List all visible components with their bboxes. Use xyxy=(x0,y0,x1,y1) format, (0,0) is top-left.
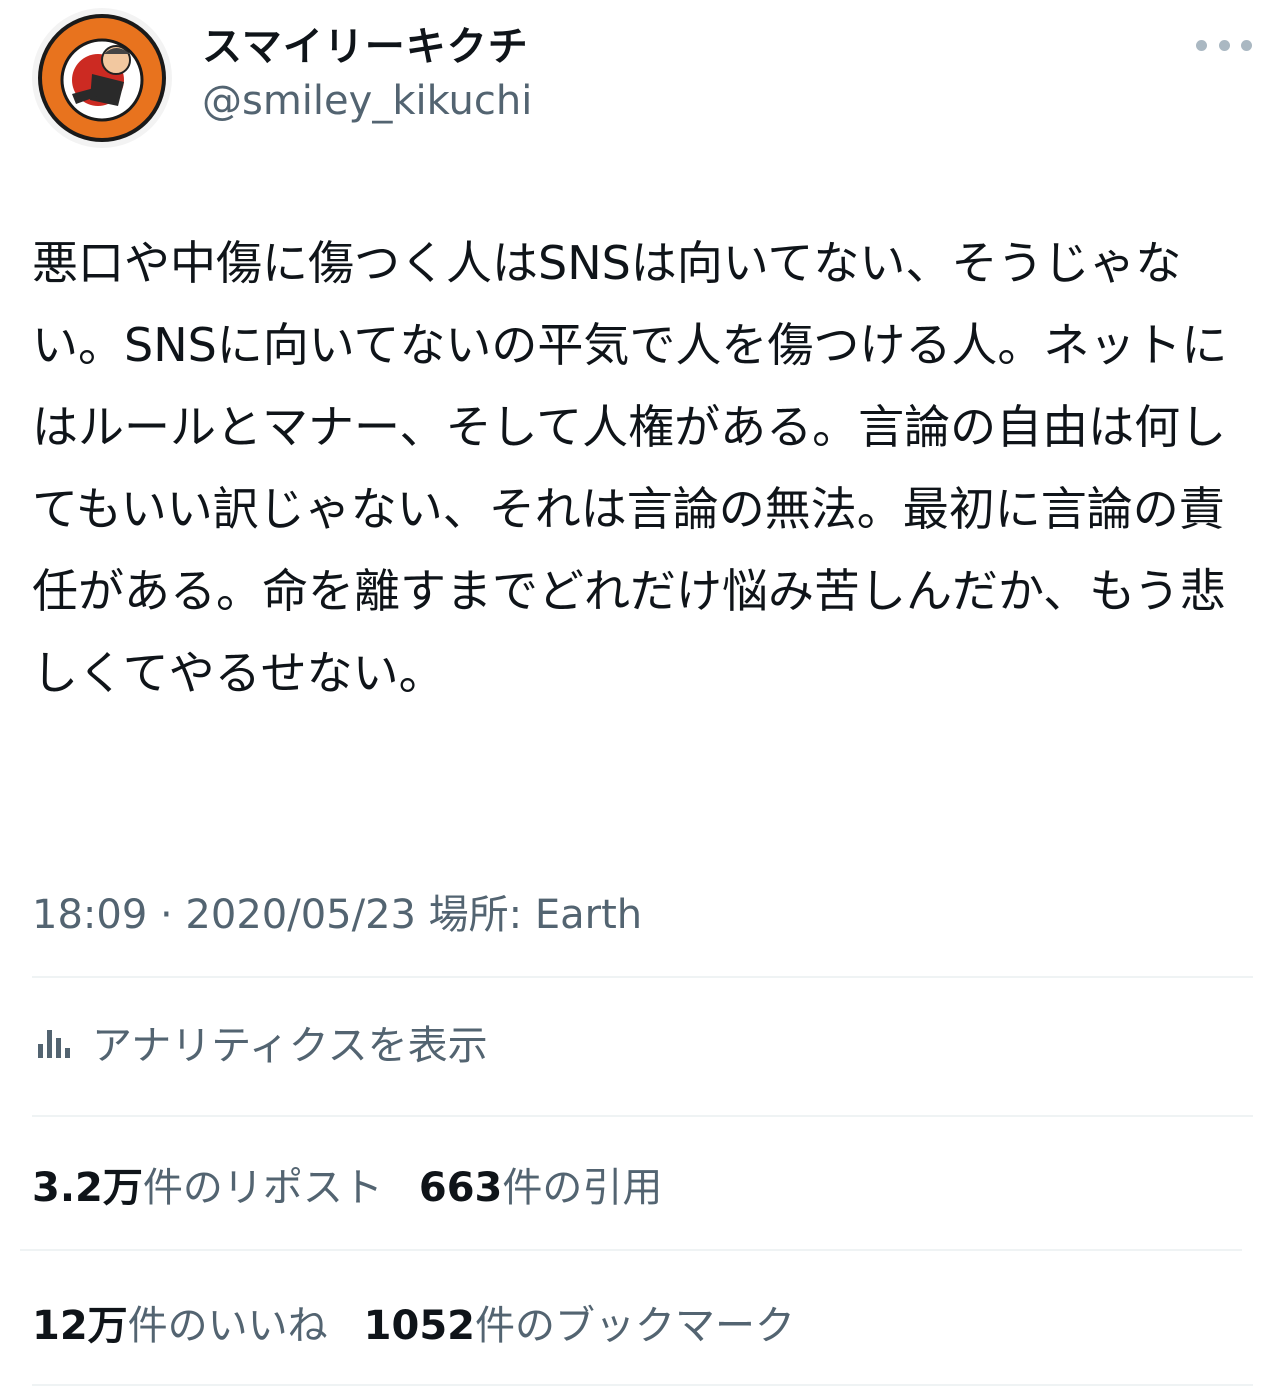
quotes-count: 663 xyxy=(418,1165,503,1211)
avatar-logo-icon xyxy=(38,14,166,142)
likes-count: 12万 xyxy=(32,1303,128,1349)
divider xyxy=(20,1249,1242,1251)
more-dot xyxy=(1196,39,1207,51)
divider xyxy=(32,1115,1253,1117)
more-dot xyxy=(1218,39,1230,51)
likes-label: 件のいいね xyxy=(127,1303,328,1349)
user-handle[interactable]: @smiley_kikuchi xyxy=(202,78,532,124)
bar-chart-icon xyxy=(34,1022,74,1062)
reposts-label: 件のリポスト xyxy=(142,1165,383,1211)
tweet-text: 悪口や中傷に傷つく人はSNSは向いてない、そうじゃない。SNSに向いてないの平気… xyxy=(32,236,1228,700)
engagement-stats-row-2: 12万件のいいね 1052件のブックマーク xyxy=(32,1293,831,1351)
divider xyxy=(32,976,1253,978)
quotes-stat[interactable]: 663件の引用 xyxy=(419,1155,663,1213)
bookmarks-count: 1052 xyxy=(363,1303,475,1349)
display-name[interactable]: スマイリーキクチ xyxy=(202,14,529,72)
engagement-stats-row-1: 3.2万件のリポスト 663件の引用 xyxy=(32,1155,698,1213)
bookmarks-stat[interactable]: 1052件のブックマーク xyxy=(364,1293,795,1351)
quotes-label: 件の引用 xyxy=(502,1165,663,1211)
view-analytics-button[interactable]: アナリティクスを表示 xyxy=(34,1012,488,1072)
analytics-label: アナリティクスを表示 xyxy=(92,1023,488,1069)
reposts-stat[interactable]: 3.2万件のリポスト xyxy=(32,1155,383,1213)
more-options-icon[interactable] xyxy=(1196,30,1252,60)
reposts-count: 3.2万 xyxy=(32,1165,143,1211)
divider xyxy=(32,1384,1253,1386)
more-dot xyxy=(1241,39,1252,51)
avatar[interactable] xyxy=(32,8,172,148)
bookmarks-label: 件のブックマーク xyxy=(475,1303,795,1349)
tweet-timestamp[interactable]: 18:09 · 2020/05/23 場所: Earth xyxy=(32,882,642,940)
likes-stat[interactable]: 12万件のいいね xyxy=(32,1293,328,1351)
